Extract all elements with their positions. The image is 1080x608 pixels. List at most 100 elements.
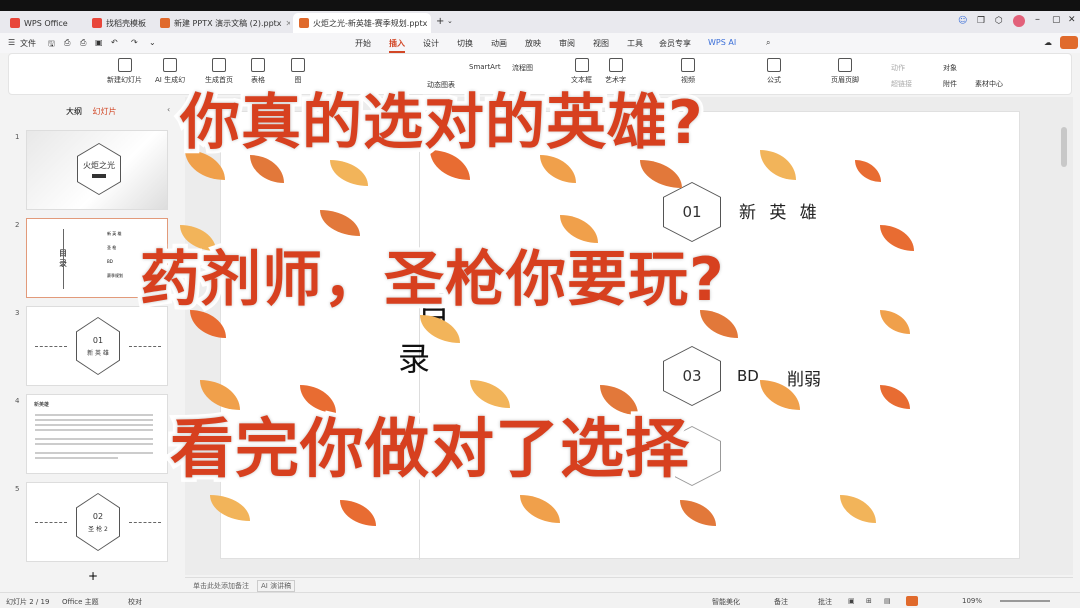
cover-button[interactable]: 生成首页 — [205, 58, 233, 85]
notes-area[interactable]: 单击此处添加备注 AI 演讲稿 — [185, 577, 1073, 592]
menu-member[interactable]: 会员专享 — [659, 38, 691, 49]
slide-thumbnail-4[interactable]: 新英雄 — [26, 394, 168, 474]
slide-thumbnail-5[interactable]: 02 圣 枪 2 — [26, 482, 168, 562]
chevron-down-icon[interactable]: ⌄ — [149, 38, 156, 47]
add-slide-icon[interactable]: + — [88, 569, 98, 583]
attach-button[interactable]: 附件 — [943, 79, 957, 89]
ai-icon — [163, 58, 178, 72]
tab-templates[interactable]: 找稻壳模板 — [86, 13, 152, 33]
toc-item-3-hexagon: 03 — [663, 346, 721, 406]
undo-icon[interactable]: ↶ — [111, 38, 118, 47]
header-footer-icon — [838, 58, 852, 72]
face-icon[interactable]: ☺ — [958, 16, 967, 26]
menu-view[interactable]: 视图 — [593, 38, 609, 49]
video-button[interactable]: 视频 — [681, 58, 695, 85]
hamburger-icon[interactable]: ☰ — [8, 38, 15, 47]
collapse-icon[interactable]: ‹ — [167, 105, 170, 114]
cube-icon[interactable]: ⬡ — [995, 16, 1003, 26]
proofread-button[interactable]: 校对 — [128, 597, 142, 607]
thumb-hexagon: 火炬之光 — [77, 143, 121, 195]
toc-item-3-label-a: BD — [737, 367, 759, 385]
window-icon[interactable]: ❐ — [977, 16, 985, 26]
share-button[interactable] — [1060, 36, 1078, 49]
thumb-number: 5 — [15, 485, 20, 493]
slide-thumbnail-3[interactable]: 01 新 英 雄 — [26, 306, 168, 386]
close-window-icon[interactable]: ✕ — [1068, 15, 1076, 25]
pptx-file-icon — [160, 18, 170, 28]
ai-speech-button[interactable]: AI 演讲稿 — [257, 580, 296, 592]
normal-view-icon[interactable]: ▣ — [848, 597, 855, 605]
thumb-hexagon: 01 新 英 雄 — [76, 317, 120, 375]
reading-view-icon[interactable]: ▤ — [884, 597, 891, 605]
hyperlink-button[interactable]: 超链接 — [891, 79, 912, 89]
beautify-button[interactable]: 智能美化 — [712, 597, 740, 607]
search-icon[interactable]: ⌕ — [766, 38, 770, 48]
tab-bar: WPS Office 找稻壳模板 新建 PPTX 演示文稿 (2).pptx ✕… — [0, 11, 1080, 33]
overlay-headline-2: 药剂师，圣枪你要玩? — [136, 245, 729, 315]
art-text-button[interactable]: 艺术字 — [605, 58, 626, 85]
menu-review[interactable]: 审阅 — [559, 38, 575, 49]
tab-active-pptx[interactable]: 火炬之光-新英雄-赛季规划.pptx ✕ — [293, 13, 431, 33]
menu-wps-ai[interactable]: WPS AI — [708, 38, 736, 47]
close-icon[interactable]: ✕ — [286, 19, 290, 28]
comment-button[interactable]: 批注 — [818, 597, 832, 607]
menu-bar: ☰ 文件 🖫 ⎙ ⎙ ▣ ↶ ↷ ⌄ 开始 插入 设计 切换 动画 放映 审阅 … — [0, 33, 1080, 53]
zoom-slider[interactable] — [1000, 600, 1050, 602]
wps-logo-icon — [10, 18, 20, 28]
flowchart-button[interactable]: 流程图 — [512, 63, 533, 73]
video-icon — [681, 58, 695, 72]
overlay-headline-3: 看完你做对了选择 — [166, 413, 694, 487]
menu-animation[interactable]: 动画 — [491, 38, 507, 49]
menu-file[interactable]: 文件 — [20, 38, 36, 49]
new-slide-button[interactable]: 新建幻灯片 — [107, 58, 142, 85]
textbox-button[interactable]: 文本框 — [571, 58, 592, 85]
avatar[interactable] — [1013, 15, 1025, 27]
screen-top-bar — [0, 0, 1080, 11]
redo-icon[interactable]: ↷ — [131, 38, 138, 47]
thumb-number: 1 — [15, 133, 20, 141]
formula-button[interactable]: 公式 — [767, 58, 781, 85]
theme-label[interactable]: Office 主题 — [62, 597, 99, 607]
save-icon[interactable]: 🖫 — [48, 38, 55, 52]
print-icon[interactable]: ⎙ — [80, 38, 86, 48]
menu-slideshow[interactable]: 放映 — [525, 38, 541, 49]
maximize-icon[interactable]: ▢ — [1052, 15, 1061, 25]
remark-button[interactable]: 备注 — [774, 597, 788, 607]
wps-presentation-window: WPS Office 找稻壳模板 新建 PPTX 演示文稿 (2).pptx ✕… — [0, 0, 1080, 608]
scrollbar[interactable] — [1061, 127, 1067, 167]
formula-icon — [767, 58, 781, 72]
slide-thumbnail-1[interactable]: 火炬之光 — [26, 130, 168, 210]
table-button[interactable]: 表格 — [251, 58, 265, 85]
menu-design[interactable]: 设计 — [423, 38, 439, 49]
menu-tools[interactable]: 工具 — [627, 38, 643, 49]
chevron-down-icon[interactable]: ⌄ — [447, 17, 453, 25]
grid-view-icon[interactable]: ⊞ — [866, 597, 872, 605]
action-button[interactable]: 动作 — [891, 63, 905, 73]
zoom-level[interactable]: 109% — [962, 597, 982, 605]
picture-button[interactable]: 图 — [291, 58, 305, 85]
export-icon[interactable]: ⎙ — [64, 38, 70, 48]
minimize-icon[interactable]: – — [1035, 14, 1040, 25]
menu-home[interactable]: 开始 — [355, 38, 371, 49]
thumb-hexagon: 02 圣 枪 2 — [76, 493, 120, 551]
menu-transition[interactable]: 切换 — [457, 38, 473, 49]
tab-new-pptx[interactable]: 新建 PPTX 演示文稿 (2).pptx ✕ — [154, 13, 290, 33]
smartart-button[interactable]: SmartArt — [469, 63, 501, 71]
tab-slides[interactable]: 幻灯片 — [93, 107, 117, 116]
overlay-headline-1: 你真的选对的英雄? — [176, 88, 708, 158]
preview-icon[interactable]: ▣ — [95, 38, 103, 47]
play-icon[interactable] — [906, 596, 918, 606]
material-button[interactable]: 素材中心 — [975, 79, 1003, 89]
notes-placeholder: 单击此处添加备注 — [193, 582, 249, 590]
thumb-number: 4 — [15, 397, 20, 405]
cloud-icon[interactable]: ☁ — [1044, 38, 1052, 47]
object-button[interactable]: 对象 — [943, 63, 957, 73]
ai-generate-button[interactable]: AI 生成幻 — [155, 58, 185, 85]
panel-tabs: 大纲 幻灯片 — [66, 106, 117, 117]
add-tab-icon[interactable]: + — [436, 16, 444, 27]
menu-insert[interactable]: 插入 — [389, 38, 405, 53]
tab-wps-office[interactable]: WPS Office — [4, 13, 84, 33]
textbox-icon — [574, 58, 589, 72]
header-footer-button[interactable]: 页眉页脚 — [831, 58, 859, 85]
tab-outline[interactable]: 大纲 — [66, 107, 82, 116]
